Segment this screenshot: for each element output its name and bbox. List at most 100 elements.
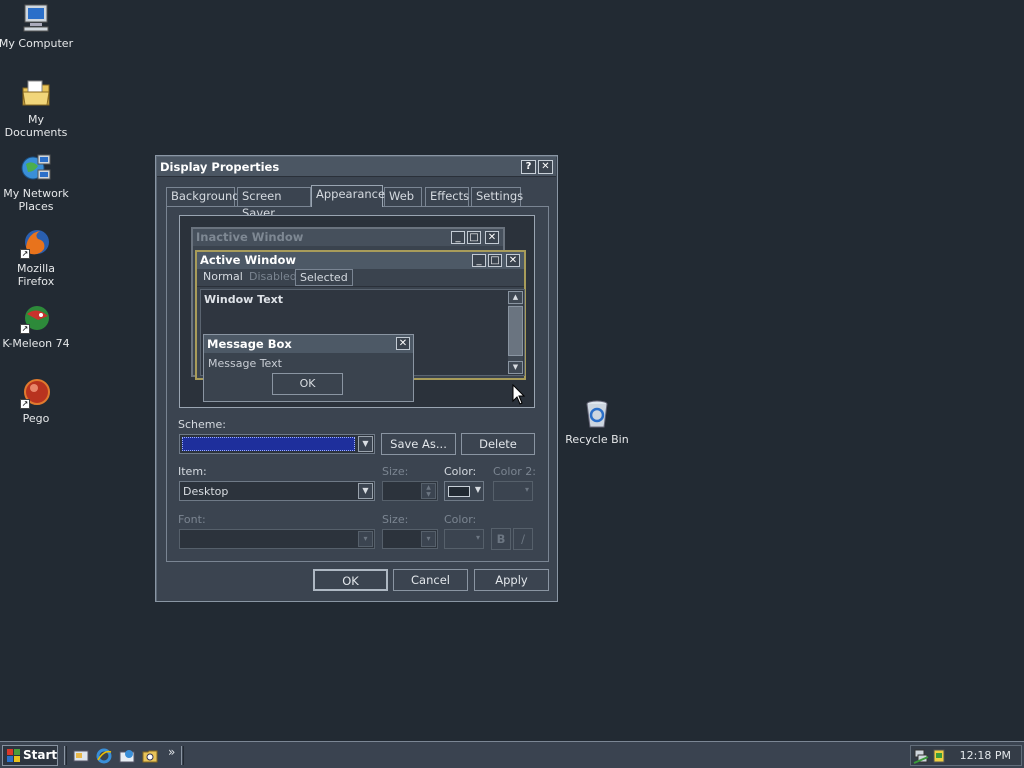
quicklaunch-grip[interactable] (64, 746, 67, 765)
font-size-label: Size: (382, 513, 409, 526)
preview-scrollbar: ▲ ▼ (508, 291, 523, 374)
dialog-titlebar[interactable]: Display Properties ? ✕ (157, 157, 556, 177)
desktop-icon-label: My Computer (0, 37, 74, 50)
chevron-down-icon: ▾ (421, 531, 436, 547)
close-icon: ✕ (485, 231, 499, 244)
scheme-select[interactable]: ▼ (179, 434, 375, 454)
item-label: Item: (178, 465, 207, 478)
show-desktop-icon[interactable] (73, 748, 89, 764)
preview-msgbox-text: Message Text (208, 357, 282, 370)
system-tray: 12:18 PM (910, 745, 1022, 766)
clock[interactable]: 12:18 PM (960, 749, 1011, 762)
save-as-button[interactable]: Save As... (381, 433, 456, 455)
scheme-label: Scheme: (178, 418, 226, 431)
shortcut-arrow-icon: ↗ (20, 249, 30, 259)
network-places-icon (20, 152, 52, 184)
size-spinner: ▲ ▼ (382, 481, 438, 501)
desktop-icon-mozilla-firefox[interactable]: ↗ Mozilla Firefox (0, 227, 74, 288)
chevron-down-icon: ▾ (524, 485, 529, 494)
color2-picker: ▾ (493, 481, 533, 501)
cancel-button[interactable]: Cancel (393, 569, 468, 591)
shortcut-arrow-icon: ↗ (20, 399, 30, 409)
ok-button[interactable]: OK (313, 569, 388, 591)
bold-button: B (491, 528, 511, 550)
chevron-down-icon: ▾ (475, 533, 480, 542)
network-tray-icon[interactable] (913, 748, 929, 764)
desktop-icon-pego[interactable]: ↗ Pego (0, 377, 74, 425)
start-button[interactable]: Start (2, 745, 58, 766)
color-swatch (448, 486, 470, 497)
display-properties-dialog: Display Properties ? ✕ Background Screen… (155, 155, 558, 602)
desktop-icon-label: My Documents (4, 113, 68, 139)
desktop-icon-label: Recycle Bin (565, 433, 629, 446)
maximize-icon: □ (488, 254, 502, 267)
tab-settings[interactable]: Settings (471, 187, 523, 206)
start-label: Start (23, 748, 58, 762)
font-label: Font: (178, 513, 206, 526)
preview-window-text: Window Text (204, 293, 284, 306)
apply-button[interactable]: Apply (474, 569, 549, 591)
font-select: ▾ (179, 529, 375, 549)
chevron-down-icon[interactable]: ▼ (475, 485, 481, 494)
desktop-icon-my-computer[interactable]: My Computer (0, 2, 74, 50)
close-button[interactable]: ✕ (538, 160, 553, 174)
tab-appearance[interactable]: Appearance (311, 185, 385, 207)
k-meleon-icon: ↗ (20, 302, 52, 334)
computer-icon (20, 2, 52, 34)
chevron-down-icon: ▾ (358, 531, 373, 547)
firefox-icon: ↗ (20, 227, 52, 259)
desktop-icon-label: My Network Places (3, 187, 69, 213)
outlook-express-icon[interactable] (119, 748, 135, 764)
font-color-picker: ▾ (444, 529, 484, 549)
tab-web[interactable]: Web (384, 187, 422, 206)
desktop-icon-label: K-Meleon 74 (2, 337, 70, 350)
font-color-label: Color: (444, 513, 477, 526)
scroll-up-icon: ▲ (508, 291, 523, 304)
desktop-icon-recycle-bin[interactable]: Recycle Bin (559, 398, 635, 446)
chevron-down-icon[interactable]: ▼ (358, 483, 373, 499)
desktop-icon-my-documents[interactable]: My Documents (0, 78, 74, 139)
tab-background[interactable]: Background (166, 187, 240, 206)
help-button[interactable]: ? (521, 160, 536, 174)
italic-button: / (513, 528, 533, 550)
maximize-icon: □ (467, 231, 481, 244)
recycle-bin-icon (581, 398, 613, 430)
menu-selected: Selected (295, 269, 353, 286)
tab-screen-saver[interactable]: Screen Saver (237, 187, 311, 220)
scroll-down-icon: ▼ (508, 361, 523, 374)
close-icon: ✕ (506, 254, 520, 267)
quicklaunch-chevron[interactable]: » (168, 745, 175, 759)
minimize-icon: _ (472, 254, 486, 267)
chevron-down-icon[interactable]: ▼ (358, 436, 373, 452)
windows-logo-icon (7, 749, 20, 762)
item-value: Desktop (183, 485, 229, 498)
tab-effects[interactable]: Effects (425, 187, 469, 206)
desktop-icon-k-meleon[interactable]: ↗ K-Meleon 74 (0, 302, 74, 350)
scroll-thumb (508, 306, 523, 356)
close-icon: ✕ (396, 337, 410, 350)
internet-explorer-icon[interactable] (96, 748, 112, 764)
taskbar: Start » 12:18 PM (0, 741, 1024, 768)
dialog-title: Display Properties (160, 160, 280, 174)
font-size-select: ▾ (382, 529, 438, 549)
menu-normal: Normal (203, 270, 243, 283)
security-tray-icon[interactable] (931, 748, 947, 764)
appearance-preview[interactable]: Inactive Window _ □ ✕ Active Window _ □ … (179, 215, 535, 408)
spinner-arrows-icon: ▲ ▼ (421, 483, 436, 499)
preview-msgbox-ok: OK (272, 373, 343, 395)
color-label: Color: (444, 465, 477, 478)
item-select[interactable]: Desktop ▼ (179, 481, 375, 501)
color-picker[interactable]: ▼ (444, 481, 484, 501)
desktop-icon-my-network-places[interactable]: My Network Places (0, 152, 74, 213)
shortcut-arrow-icon: ↗ (20, 324, 30, 334)
menu-disabled: Disabled (249, 270, 297, 283)
desktop-icon-label: Pego (22, 412, 50, 425)
delete-button[interactable]: Delete (461, 433, 535, 455)
color2-label: Color 2: (493, 465, 536, 478)
minimize-icon: _ (451, 231, 465, 244)
scheme-selection (182, 437, 355, 451)
preview-msgbox-title: Message Box (204, 335, 413, 353)
pego-icon: ↗ (20, 377, 52, 409)
search-folder-icon[interactable] (142, 748, 158, 764)
taskbar-grip[interactable] (181, 746, 184, 765)
